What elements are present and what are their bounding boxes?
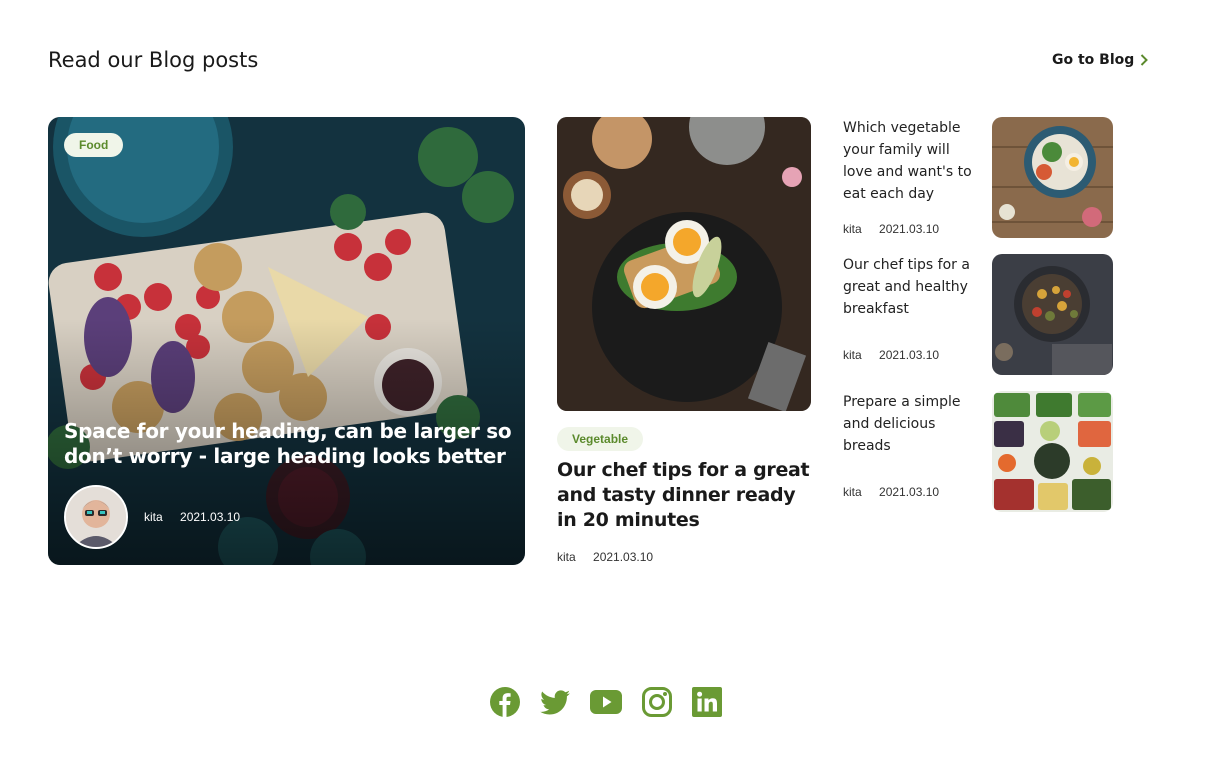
side-post-title[interactable]: Prepare a simple and delicious breads xyxy=(843,391,978,457)
featured-category-badge[interactable]: Food xyxy=(64,133,124,157)
linkedin-icon[interactable] xyxy=(691,686,723,718)
middle-post-image[interactable] xyxy=(557,117,811,411)
post-date: 2021.03.10 xyxy=(879,485,940,499)
author-name: kita xyxy=(144,510,163,524)
side-post-item[interactable]: Our chef tips for a great and healthy br… xyxy=(843,254,1113,375)
post-date: 2021.03.10 xyxy=(593,550,654,564)
author-name: kita xyxy=(843,222,862,236)
featured-post-heading[interactable]: Space for your heading, can be larger so… xyxy=(64,419,514,469)
middle-post-photo xyxy=(557,117,811,411)
post-date: 2021.03.10 xyxy=(879,222,940,236)
chevron-right-icon xyxy=(1140,54,1149,66)
post-date: 2021.03.10 xyxy=(180,510,241,524)
middle-post-meta: kita 2021.03.10 xyxy=(557,550,653,564)
side-post-thumbnail[interactable] xyxy=(992,391,1113,512)
side-post-title[interactable]: Which vegetable your family will love an… xyxy=(843,117,978,205)
side-post-meta: kita 2021.03.10 xyxy=(843,348,939,362)
avatar xyxy=(64,485,128,549)
side-post-title[interactable]: Our chef tips for a great and healthy br… xyxy=(843,254,978,320)
facebook-icon[interactable] xyxy=(489,686,521,718)
side-post-item[interactable]: Prepare a simple and delicious breads ki… xyxy=(843,391,1113,512)
side-post-meta: kita 2021.03.10 xyxy=(843,485,939,499)
middle-category-badge[interactable]: Vegetable xyxy=(557,427,644,451)
middle-post-heading[interactable]: Our chef tips for a great and tasty dinn… xyxy=(557,458,819,533)
instagram-icon[interactable] xyxy=(641,686,673,718)
featured-post-meta: kita 2021.03.10 xyxy=(144,510,240,524)
go-to-blog-label: Go to Blog xyxy=(1052,52,1135,68)
go-to-blog-link[interactable]: Go to Blog xyxy=(1052,52,1149,68)
featured-post-card[interactable]: Food Space for your heading, can be larg… xyxy=(48,117,525,565)
social-links xyxy=(489,686,723,718)
author-name: kita xyxy=(843,348,862,362)
youtube-icon[interactable] xyxy=(589,686,623,718)
author-name: kita xyxy=(557,550,576,564)
side-post-thumbnail[interactable] xyxy=(992,117,1113,238)
side-post-item[interactable]: Which vegetable your family will love an… xyxy=(843,117,1113,238)
section-title: Read our Blog posts xyxy=(48,48,259,72)
twitter-icon[interactable] xyxy=(539,686,571,718)
side-post-meta: kita 2021.03.10 xyxy=(843,222,939,236)
side-post-thumbnail[interactable] xyxy=(992,254,1113,375)
author-name: kita xyxy=(843,485,862,499)
post-date: 2021.03.10 xyxy=(879,348,940,362)
